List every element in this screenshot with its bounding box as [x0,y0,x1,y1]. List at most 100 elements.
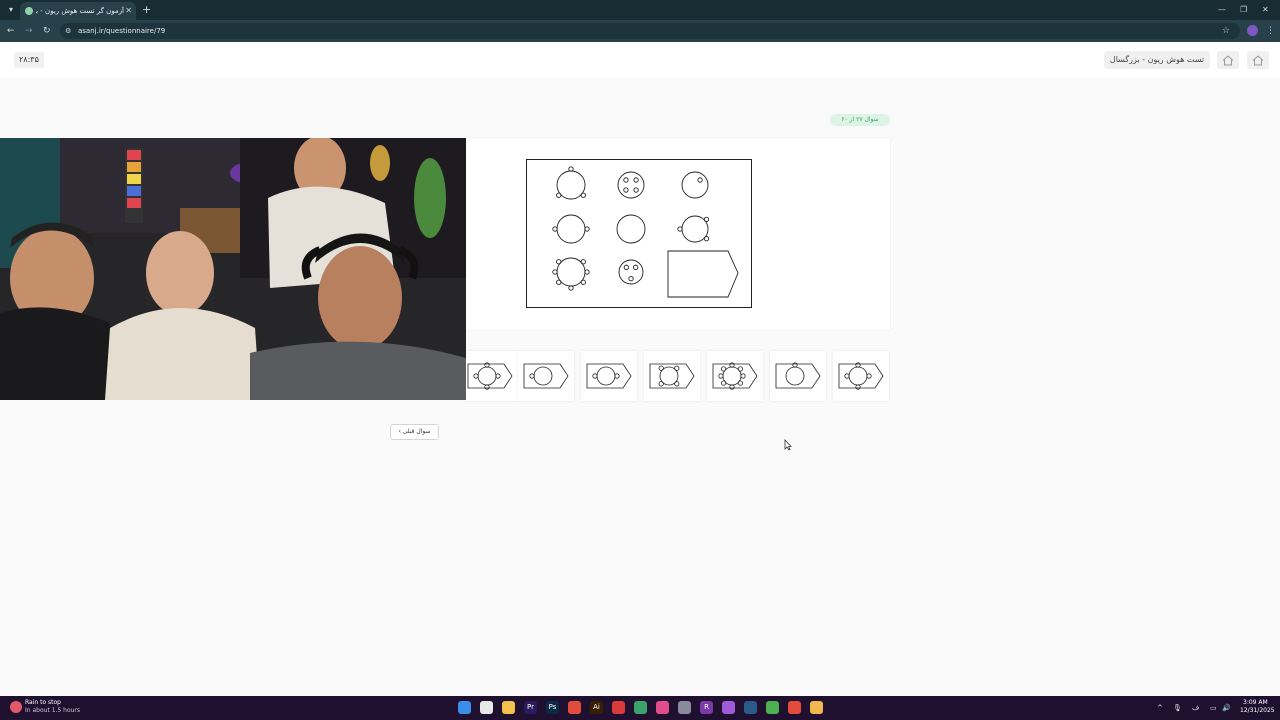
answer-options [462,351,890,401]
figure-dot [592,373,598,379]
browser-menu-icon[interactable]: ⋮ [1266,24,1275,38]
microphone-icon[interactable]: 🎙 [1173,702,1182,714]
premiere-icon[interactable]: Pr [524,701,537,714]
network-icon[interactable]: ▭ [1210,702,1217,714]
chrome-icon[interactable] [810,701,823,714]
figure-dot [658,365,664,371]
back-icon[interactable]: ← [7,24,15,38]
option-figure [649,363,695,389]
input-language[interactable]: ف [1192,702,1199,714]
answer-option[interactable] [833,351,889,401]
weather-subtitle: In about 1.5 hours [25,707,81,714]
answer-option[interactable] [518,351,574,401]
profile-avatar[interactable] [1247,25,1258,36]
tab-list-icon[interactable]: ▾ [4,4,18,16]
answer-option[interactable] [707,351,763,401]
figure-dot [737,380,744,386]
option-figure [775,362,821,389]
volume-icon[interactable]: 🔊 [1222,702,1231,714]
option-figure [838,362,884,390]
clock-time[interactable]: 3:09 AM [1243,699,1268,707]
home-icon [1252,54,1264,65]
tab-favicon-icon [25,7,33,15]
taskbar: Rain to stop In about 1.5 hours Pr Ps Ai R … [0,696,1280,720]
weather-title[interactable]: Rain to stop [25,699,61,707]
figure-dot [495,373,501,379]
bookmark-star-icon[interactable]: ☆ [1222,24,1230,38]
start-icon[interactable] [458,701,471,714]
close-window-button[interactable]: ✕ [1262,3,1269,17]
gear-icon[interactable] [678,701,691,714]
site-info-icon[interactable]: ⚙ [65,26,71,36]
figure-circle [848,366,868,386]
forward-icon[interactable]: → [25,24,33,38]
browser-toolbar: ← → ↻ ⚙ asanj.ir/questionnaire/79 ☆ [0,20,1280,42]
figure-dot [737,366,744,372]
figure-circle [533,366,553,386]
option-figure [467,362,513,390]
webcam-overlay [0,138,466,400]
figure-dot [473,373,479,379]
option-figure [586,363,632,389]
weather-icon[interactable] [10,701,22,713]
figure-dot [729,362,735,368]
figure-dot [658,381,664,387]
answer-option[interactable] [581,351,637,401]
url-text[interactable]: asanj.ir/questionnaire/79 [78,25,165,37]
file-icon[interactable] [480,701,493,714]
raven-matrix [526,159,752,308]
chrome-icon[interactable] [568,701,581,714]
steam-icon[interactable] [744,701,757,714]
option-figure [712,362,758,390]
app-purple-icon[interactable] [722,701,735,714]
figure-dot [855,384,861,390]
figure-dot [740,373,746,379]
figure-dot [720,366,727,372]
question-card [466,138,890,330]
tab-close-icon[interactable]: ✕ [125,5,132,17]
chrome-icon[interactable] [766,701,779,714]
previous-question-button[interactable]: سوال قبلی › [390,424,439,440]
browser-tab[interactable]: آزمون گر تست هوش ریون - بزرگ ✕ [20,2,136,20]
figure-dot [718,373,724,379]
option-figure [523,363,569,389]
figure-dot [614,373,620,379]
app-pink-icon[interactable] [656,701,669,714]
figure-dot [855,362,861,368]
figure-circle [596,366,616,386]
photoshop-icon[interactable]: Ps [546,701,559,714]
home-icon [1222,54,1234,65]
answer-option[interactable] [644,351,700,401]
missing-cell-shape [667,250,739,298]
figure-circle [785,366,805,386]
countdown-timer: ۲۸:۳۵ [14,52,44,68]
clock-date[interactable]: 12/31/2025 [1240,707,1275,715]
answer-option[interactable] [462,351,518,401]
home-button[interactable] [1217,51,1239,69]
illustrator-icon[interactable]: Ai [590,701,603,714]
new-tab-button[interactable]: + [142,3,151,17]
address-bar[interactable]: ⚙ asanj.ir/questionnaire/79 ☆ [60,23,1240,39]
figure-dot [866,373,872,379]
tray-overflow-icon[interactable]: ^ [1157,702,1163,714]
dashboard-button[interactable] [1247,51,1269,69]
figure-dot [484,384,490,390]
figure-dot [529,373,535,379]
figure-dot [729,384,735,390]
webcam-scene [0,138,466,400]
app-green-icon[interactable] [634,701,647,714]
answer-option[interactable] [770,351,826,401]
test-title: تست هوش ریون - بزرگسال [1104,51,1210,69]
app-r-icon[interactable]: R [700,701,713,714]
app-red-icon[interactable] [612,701,625,714]
minimize-button[interactable]: — [1218,3,1226,17]
reload-icon[interactable]: ↻ [43,24,51,38]
tab-title: آزمون گر تست هوش ریون - بزرگ [36,7,124,15]
restore-button[interactable]: ❐ [1240,3,1247,17]
folder-icon[interactable] [502,701,515,714]
figure-dot [674,381,680,387]
figure-dot [484,362,490,368]
chrome-icon[interactable] [788,701,801,714]
question-counter: سوال ۲۷ از ۶۰ [830,114,890,126]
figure-dot [792,362,798,368]
